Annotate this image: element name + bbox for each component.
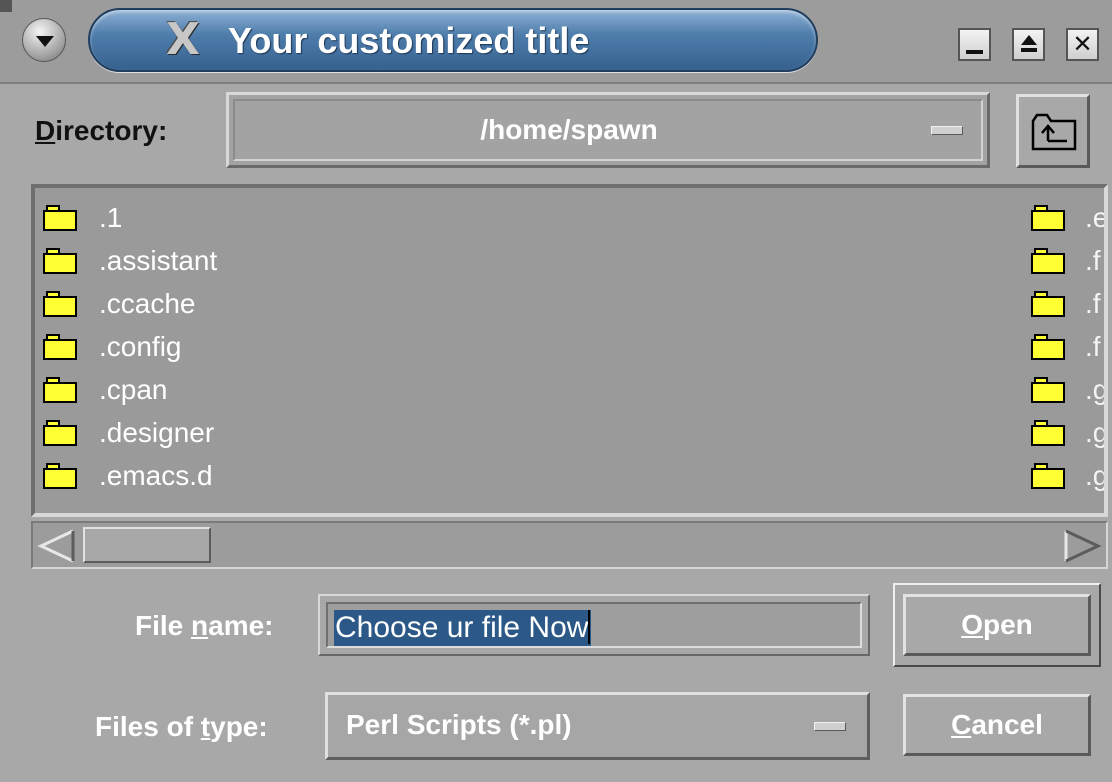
directory-label: Directory: <box>35 112 167 150</box>
folder-up-icon <box>1031 113 1077 151</box>
scrollbar-thumb[interactable] <box>83 527 211 563</box>
file-type-combo[interactable]: Perl Scripts (*.pl) <box>325 692 870 760</box>
cancel-button-mnemonic: C <box>951 709 972 740</box>
folder-icon <box>43 334 77 360</box>
parent-directory-button[interactable] <box>1016 94 1090 168</box>
corner-mark <box>0 0 12 12</box>
title-bar[interactable]: X Your customized title ✕ <box>0 0 1112 84</box>
combo-indicator-icon <box>814 722 846 731</box>
file-type-label-mnemonic: t <box>200 711 211 742</box>
directory-label-mnemonic: D <box>35 115 56 146</box>
file-name: .config <box>99 331 182 362</box>
folder-icon <box>43 463 77 489</box>
folder-icon <box>43 291 77 317</box>
close-icon[interactable]: ✕ <box>1066 28 1099 61</box>
window-menu-icon[interactable] <box>22 18 66 62</box>
folder-icon <box>43 205 77 231</box>
file-name-label-b: ame: <box>208 610 274 641</box>
file-name-label-a: File <box>135 610 192 641</box>
maximize-icon[interactable] <box>1012 28 1045 61</box>
file-name: .g <box>1085 417 1108 448</box>
file-name: .emacs.d <box>99 460 213 491</box>
folder-icon <box>43 420 77 446</box>
file-name-input[interactable]: Choose ur file Now <box>318 594 870 656</box>
folder-icon <box>1031 377 1065 403</box>
cancel-button-label: ancel <box>971 709 1043 740</box>
folder-icon <box>1031 205 1065 231</box>
directory-label-rest: irectory: <box>55 115 168 146</box>
open-button-label: pen <box>983 609 1033 640</box>
file-dialog-window: X Your customized title ✕ Directory: /ho… <box>0 0 1112 782</box>
folder-icon <box>1031 248 1065 274</box>
file-type-value: Perl Scripts (*.pl) <box>346 709 572 740</box>
file-name: .1 <box>99 202 123 233</box>
file-type-label-b: ype: <box>210 711 268 742</box>
file-name: .f <box>1085 245 1101 276</box>
folder-icon <box>1031 463 1065 489</box>
minimize-icon[interactable] <box>958 28 991 61</box>
file-name-label-mnemonic: n <box>191 610 209 641</box>
file-name: .cpan <box>99 374 168 405</box>
file-name: .g <box>1085 374 1108 405</box>
cancel-button[interactable]: Cancel <box>903 694 1091 756</box>
file-name: .f <box>1085 288 1101 319</box>
file-name: .f <box>1085 331 1101 362</box>
combo-indicator-icon <box>931 126 963 135</box>
title-pill[interactable]: X Your customized title <box>88 8 818 72</box>
file-name-input-value: Choose ur file Now <box>334 610 592 646</box>
file-name-label: File name: <box>135 607 274 645</box>
folder-icon <box>1031 420 1065 446</box>
folder-icon <box>43 377 77 403</box>
folder-icon <box>1031 334 1065 360</box>
file-type-label: Files of type: <box>95 708 268 746</box>
window-title: Your customized title <box>228 20 590 61</box>
file-name-input-field[interactable]: Choose ur file Now <box>326 602 862 648</box>
file-list[interactable]: .1 .assistant .ccache .config .cpan .des… <box>31 184 1108 517</box>
file-name: .g <box>1085 460 1108 491</box>
horizontal-scrollbar[interactable] <box>31 521 1108 569</box>
folder-icon <box>43 248 77 274</box>
file-name: .assistant <box>99 245 218 276</box>
x-logo-icon: X <box>166 14 200 65</box>
folder-icon <box>1031 291 1065 317</box>
open-button-mnemonic: O <box>961 609 983 640</box>
directory-combo[interactable]: /home/spawn <box>226 92 990 168</box>
open-button[interactable]: Open <box>903 594 1091 656</box>
file-name: .ccache <box>99 288 196 319</box>
file-name: .e <box>1085 202 1108 233</box>
directory-value: /home/spawn <box>480 114 658 145</box>
scroll-right-icon[interactable] <box>1062 529 1102 563</box>
file-name: .designer <box>99 417 215 448</box>
file-type-label-a: Files of <box>95 711 201 742</box>
scroll-left-icon[interactable] <box>37 529 77 563</box>
